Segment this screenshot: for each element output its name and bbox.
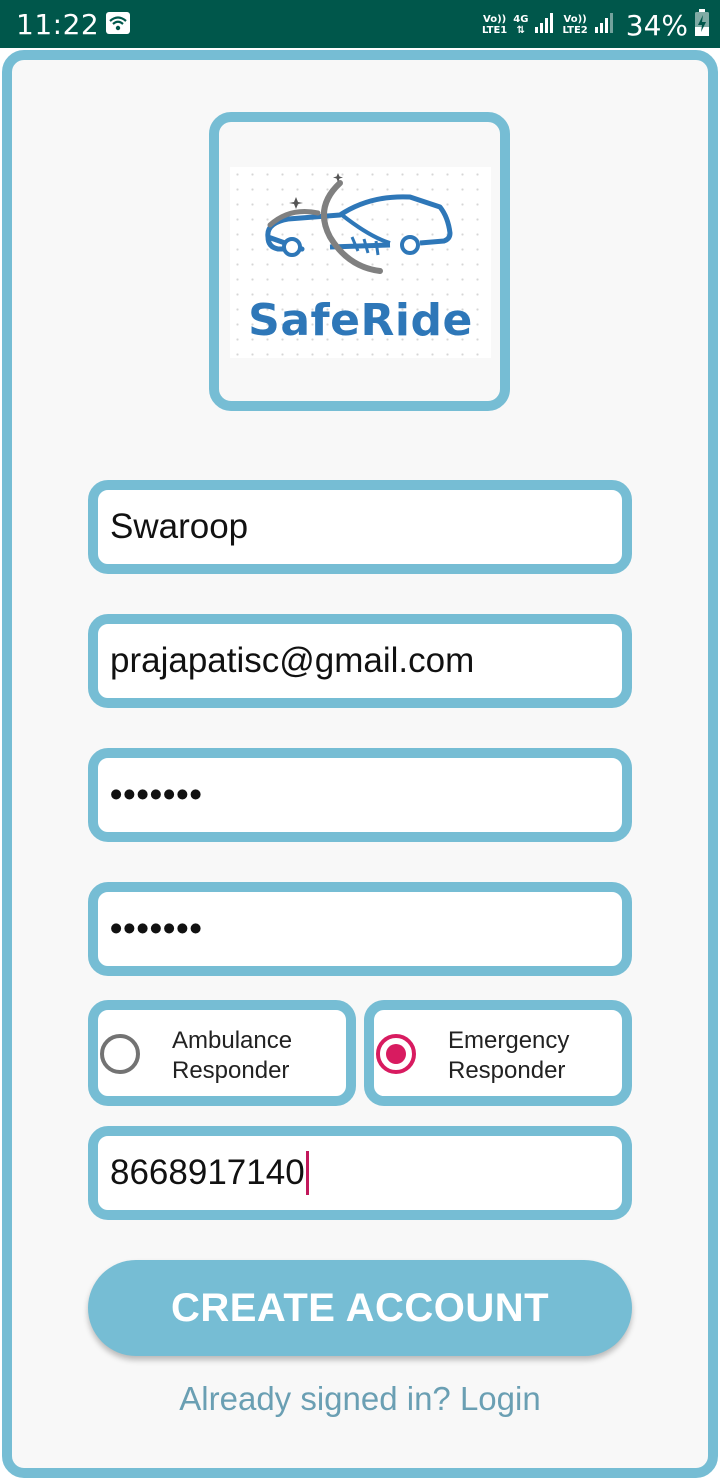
signal-icon-1 — [534, 12, 556, 39]
wifi-icon — [106, 12, 130, 34]
role-option-emergency[interactable]: Emergency Responder — [364, 1000, 632, 1106]
email-field-container — [88, 614, 632, 708]
password-field-container[interactable]: ••••••• — [88, 748, 632, 842]
car-logo-icon — [265, 173, 453, 274]
sim1-label-top: Vo)) — [483, 14, 507, 25]
logo-frame: SafeRide — [209, 112, 510, 411]
name-field-container — [88, 480, 632, 574]
radio-unchecked-icon[interactable] — [100, 1034, 140, 1074]
email-input[interactable] — [110, 641, 622, 681]
phone-input[interactable]: 8668917140 — [110, 1153, 305, 1193]
data-arrows-icon: ⇅ — [516, 25, 526, 36]
sim2-volte-label: Vo)) LTE2 — [562, 14, 587, 36]
status-bar: 11:22 Vo)) LTE1 4G ⇅ Vo)) LTE2 34% — [0, 0, 720, 48]
radio-checked-icon[interactable] — [376, 1034, 416, 1074]
confirm-password-field-container[interactable]: ••••••• — [88, 882, 632, 976]
network-type: 4G ⇅ — [513, 14, 528, 36]
phone-field-container[interactable]: 8668917140 — [88, 1126, 632, 1220]
sim2-label-top: Vo)) — [563, 14, 587, 25]
logo-image: SafeRide — [230, 167, 491, 358]
role-option-label: Emergency Responder — [448, 1027, 570, 1084]
password-input[interactable]: ••••••• — [110, 775, 203, 815]
confirm-password-input[interactable]: ••••••• — [110, 909, 203, 949]
status-time: 11:22 — [16, 8, 100, 41]
sim1-label-bottom: LTE1 — [481, 25, 508, 36]
network-label: 4G — [513, 14, 529, 25]
sim1-volte-label: Vo)) LTE1 — [482, 14, 507, 36]
sim2-label-bottom: LTE2 — [562, 25, 588, 36]
role-option-ambulance[interactable]: Ambulance Responder — [88, 1000, 356, 1106]
battery-charging-icon — [694, 8, 710, 42]
login-link[interactable]: Already signed in? Login — [0, 1380, 720, 1418]
signal-icon-2 — [594, 12, 616, 39]
battery-percent: 34% — [625, 8, 688, 42]
name-input[interactable] — [110, 507, 622, 547]
text-cursor — [305, 1151, 309, 1195]
role-option-label: Ambulance Responder — [172, 1027, 293, 1084]
create-account-button[interactable]: CREATE ACCOUNT — [88, 1260, 632, 1356]
logo-text: SafeRide — [248, 295, 473, 346]
status-icons: Vo)) LTE1 4G ⇅ Vo)) LTE2 34% — [482, 8, 710, 42]
